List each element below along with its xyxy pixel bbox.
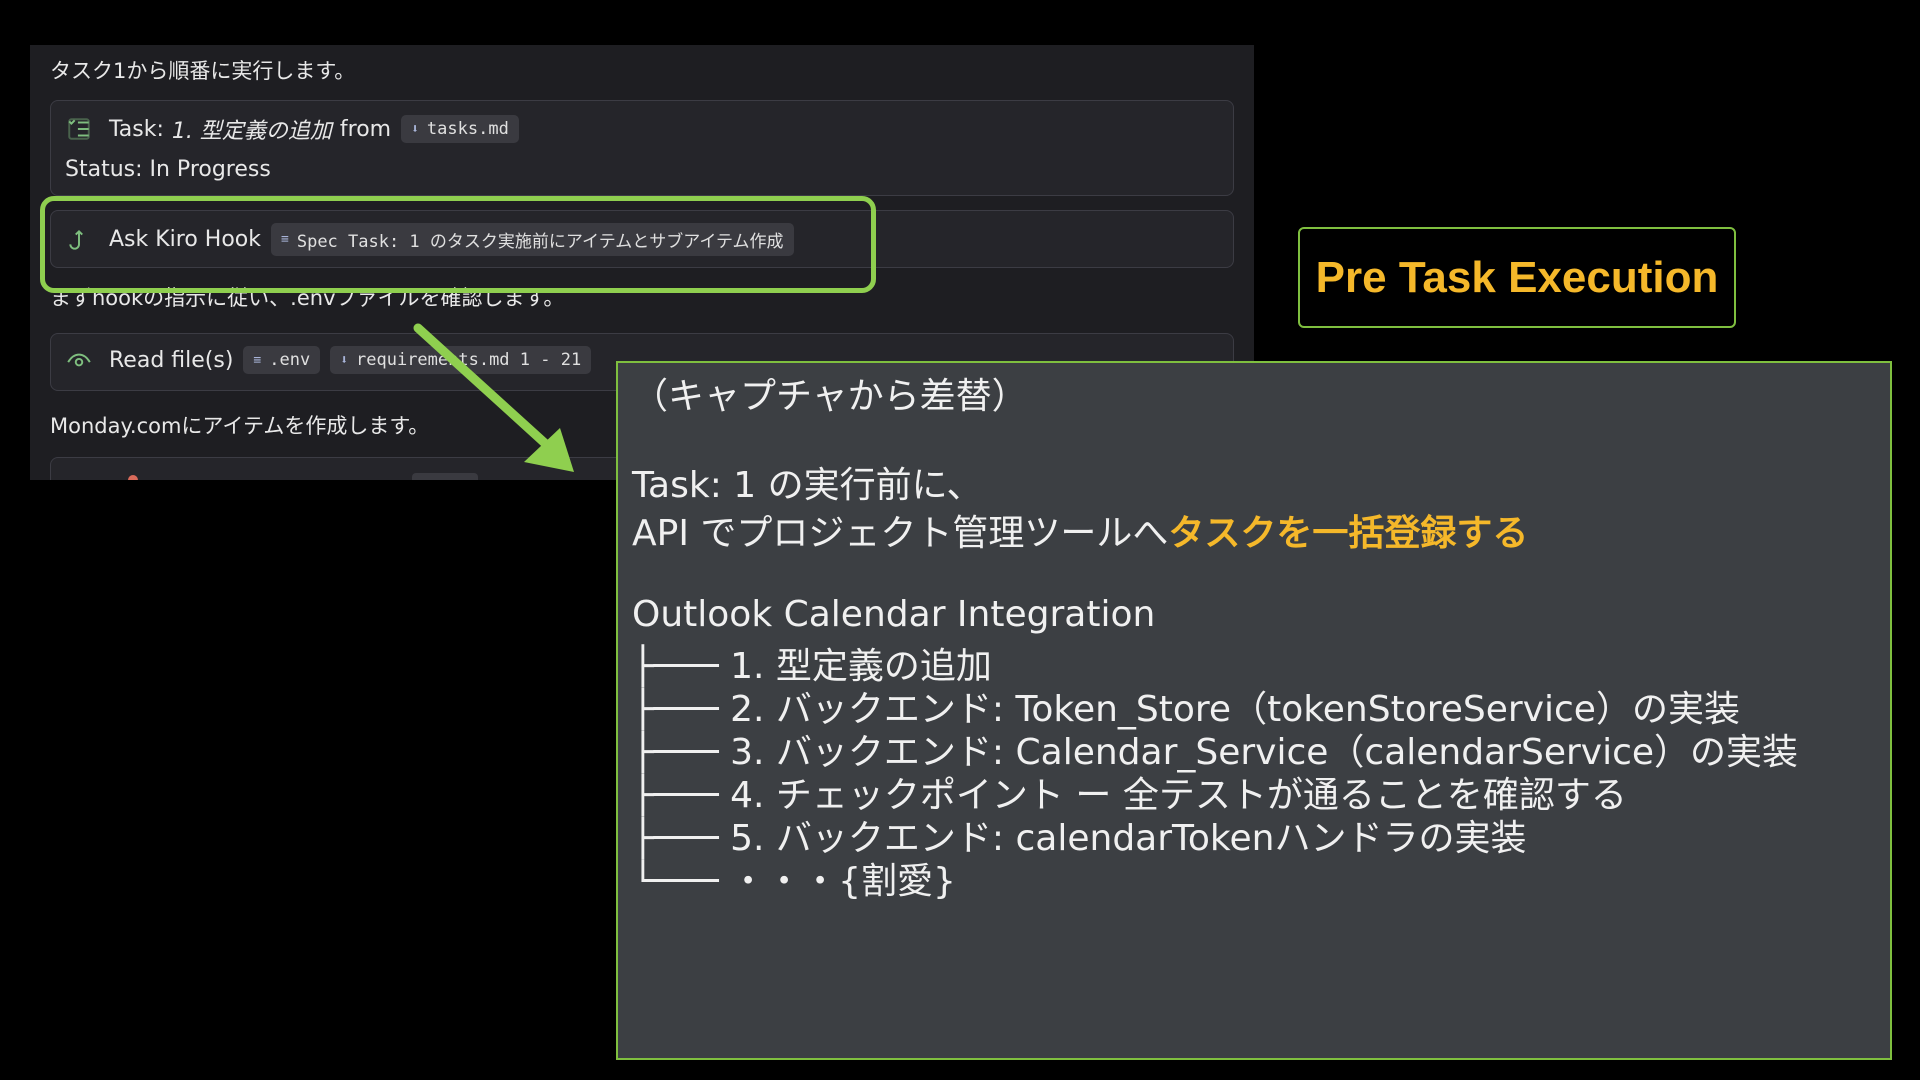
requirements-file-name: requirements.md 1 - 21 — [356, 350, 582, 370]
pre-task-label: Pre Task Execution — [1315, 252, 1719, 302]
hook-follow-text: まずhookの指示に従い、.envファイルを確認します。 — [50, 286, 565, 310]
lines-icon: ≡ — [253, 352, 262, 368]
hook-spec-text: Spec Task: 1 のタスク実施前にアイテムとサブアイテム作成 — [296, 232, 784, 252]
replace-note: （キャプチャから差替） — [632, 376, 1028, 417]
task-status: Status: In Progress — [65, 157, 271, 182]
hook-spec-chip[interactable]: ≡ Spec Task: 1 のタスク実施前にアイテムとサブアイテム作成 — [271, 223, 794, 256]
requirements-file-chip[interactable]: ⬇ requirements.md 1 - 21 — [330, 346, 592, 374]
monday-text: Monday.comにアイテムを作成します。 — [50, 414, 430, 438]
env-file-chip[interactable]: ≡ .env — [243, 346, 321, 374]
hook-label: Ask Kiro Hook — [109, 227, 262, 252]
lines-icon: ≡ — [281, 232, 289, 247]
task-card[interactable]: Task: 1. 型定義の追加 from ⬇ tasks.md Status: … — [50, 100, 1234, 196]
task-prefix: Task: — [109, 116, 164, 142]
pre-task-label-box: Pre Task Execution — [1298, 227, 1736, 328]
arrow-down-icon: ⬇ — [340, 352, 349, 368]
task-before-text: Task: 1 の実行前に、 — [632, 465, 983, 506]
env-file-name: .env — [269, 350, 311, 370]
tasks-file-name: tasks.md — [426, 119, 509, 139]
tool-icon — [128, 475, 138, 480]
partial-chip — [412, 473, 478, 480]
eye-icon — [65, 346, 93, 374]
tree-title: Outlook Calendar Integration — [632, 594, 1156, 635]
explanation-panel: （キャプチャから差替） Task: 1 の実行前に、 API でプロジェクト管理… — [616, 361, 1892, 1060]
intro-text: タスク1から順番に実行します。 — [50, 59, 356, 83]
bulk-register-normal: API でプロジェクト管理ツールへ — [632, 513, 1169, 554]
read-files-label: Read file(s) — [109, 347, 234, 373]
hook-icon — [65, 226, 93, 254]
bulk-register-accent: タスクを一括登録する — [1168, 513, 1529, 554]
task-name: 1. 型定義の追加 — [171, 119, 332, 144]
arrow-down-icon: ⬇ — [411, 121, 419, 137]
hook-card[interactable]: Ask Kiro Hook ≡ Spec Task: 1 のタスク実施前にアイテ… — [50, 210, 1234, 268]
task-from: from — [339, 116, 392, 142]
bulk-register-line: API でプロジェクト管理ツールへタスクを一括登録する — [632, 504, 1528, 556]
tasks-file-chip[interactable]: ⬇ tasks.md — [401, 115, 519, 143]
task-list-icon — [65, 115, 93, 143]
tree-item: └─── ・・・{割愛} — [632, 861, 956, 902]
